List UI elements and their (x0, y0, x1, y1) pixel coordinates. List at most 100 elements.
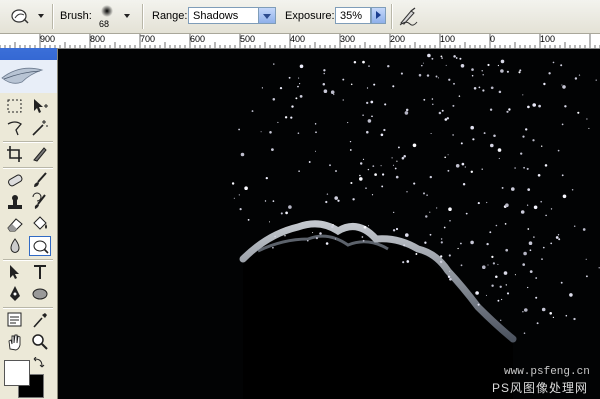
water-droplet (440, 238, 443, 240)
foreground-color-swatch[interactable] (4, 360, 30, 386)
exposure-slider-button[interactable] (371, 7, 386, 24)
water-droplet (544, 164, 548, 167)
water-droplet (431, 98, 434, 100)
magic-wand-tool[interactable] (29, 118, 51, 138)
water-droplet (573, 225, 576, 227)
tool-preset-picker[interactable] (7, 5, 44, 27)
path-selection-tool[interactable] (4, 262, 26, 282)
water-droplet (359, 177, 363, 181)
document-canvas[interactable] (58, 49, 600, 399)
water-droplet (415, 253, 418, 255)
water-droplet (461, 162, 465, 166)
pen-tool[interactable] (4, 284, 26, 304)
water-droplet (342, 78, 345, 81)
water-droplet (505, 248, 509, 252)
water-droplet (519, 69, 522, 72)
brush-preview[interactable] (96, 4, 118, 18)
airbrush-button[interactable] (396, 5, 420, 28)
water-droplet (523, 166, 525, 169)
pen-icon (10, 286, 20, 301)
water-droplet (349, 140, 352, 143)
hand-tool[interactable] (4, 332, 26, 352)
water-droplet (400, 72, 403, 75)
water-droplet (522, 311, 524, 313)
water-droplet (527, 105, 530, 109)
water-droplet (535, 277, 538, 279)
dodge-tool[interactable] (29, 236, 51, 256)
water-droplet (381, 185, 384, 188)
water-droplet (497, 299, 500, 302)
water-droplet (491, 255, 494, 259)
ruler-label: 100 (440, 34, 456, 44)
water-droplet (368, 65, 370, 67)
water-droplet (543, 82, 546, 86)
water-droplet (448, 207, 452, 211)
notes-tool[interactable] (4, 310, 26, 330)
brush-tool[interactable] (29, 170, 51, 190)
water-droplet (522, 263, 526, 266)
water-droplet (481, 70, 483, 72)
magic-wand-icon (32, 120, 48, 136)
slice-tool[interactable] (29, 144, 51, 164)
water-droplet (429, 211, 431, 213)
water-droplet (436, 207, 438, 209)
type-tool[interactable] (29, 262, 51, 282)
water-droplet (526, 204, 529, 206)
water-droplet (506, 110, 509, 113)
water-droplet (585, 258, 587, 260)
water-droplet (291, 105, 294, 108)
brush-dropdown-icon[interactable] (124, 14, 130, 18)
dodge-icon (11, 9, 29, 24)
water-droplet (578, 74, 581, 76)
zoom-tool[interactable] (29, 332, 51, 352)
paint-bucket-tool[interactable] (29, 214, 51, 234)
divider (52, 4, 53, 29)
healing-brush-tool[interactable] (4, 170, 26, 190)
water-droplet (337, 199, 340, 202)
water-droplet (440, 255, 443, 258)
brush-icon (34, 172, 47, 187)
water-droplet (520, 210, 525, 214)
range-select[interactable]: Shadows (188, 7, 276, 24)
water-droplet (449, 219, 451, 222)
lasso-tool[interactable] (4, 118, 26, 138)
water-droplet (325, 200, 328, 204)
water-droplet (265, 176, 268, 180)
crop-tool[interactable] (4, 144, 26, 164)
water-droplet (514, 167, 516, 169)
move-icon (34, 99, 48, 113)
water-droplet (425, 215, 428, 218)
ellipse-tool[interactable] (29, 284, 51, 304)
water-droplet (384, 103, 387, 106)
exposure-input[interactable]: 35% (335, 7, 371, 24)
chevron-down-icon[interactable] (258, 8, 275, 23)
eyedropper-tool[interactable] (29, 310, 51, 330)
water-droplet (272, 200, 275, 202)
water-droplet (561, 84, 563, 86)
clone-stamp-tool[interactable] (4, 192, 26, 212)
blur-tool[interactable] (4, 236, 26, 256)
water-droplet (280, 212, 283, 215)
water-droplet (445, 64, 447, 66)
crop-icon (7, 146, 22, 162)
ruler-label: 700 (140, 34, 156, 44)
eraser-tool[interactable] (4, 214, 26, 234)
water-droplet (373, 83, 376, 86)
history-brush-tool[interactable] (29, 192, 51, 212)
water-droplet (268, 221, 271, 223)
ruler-label: 600 (190, 34, 206, 44)
move-tool[interactable] (29, 96, 51, 116)
water-droplet (362, 114, 364, 116)
water-droplet (233, 197, 235, 199)
paint-bucket-icon (33, 216, 47, 230)
water-droplet (363, 225, 367, 229)
water-droplet (548, 72, 551, 75)
marquee-tool[interactable] (4, 96, 26, 116)
water-droplet (315, 131, 317, 134)
water-droplet (478, 86, 481, 89)
swap-colors-icon[interactable] (33, 356, 45, 369)
water-droplet (367, 168, 370, 171)
water-droplet (334, 196, 339, 200)
ruler-label: 400 (290, 34, 306, 44)
airbrush-icon (399, 7, 418, 26)
